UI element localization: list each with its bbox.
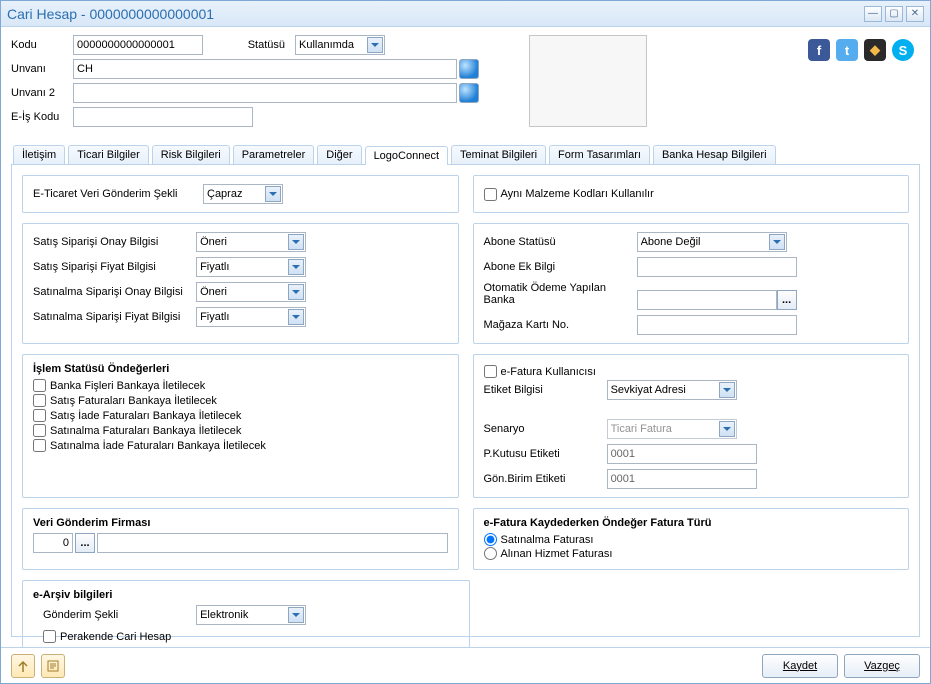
image-placeholder[interactable] bbox=[529, 35, 647, 127]
sso-select[interactable]: Öneri bbox=[196, 232, 306, 252]
gonderim-sekli-label: Gönderim Şekli bbox=[43, 609, 193, 621]
ayni-malzeme-label: Aynı Malzeme Kodları Kullanılır bbox=[501, 188, 654, 200]
senaryo-label: Senaryo bbox=[484, 423, 604, 435]
window-title: Cari Hesap - 0000000000000001 bbox=[7, 6, 861, 22]
otomatik-odeme-label: Otomatik Ödeme Yapılan Banka bbox=[484, 282, 634, 306]
otomatik-odeme-input[interactable] bbox=[637, 290, 777, 310]
footer: Kaydet Vazgeç bbox=[1, 647, 930, 683]
radio-satinalma[interactable]: Satınalma Faturası bbox=[484, 533, 899, 546]
globe-icon[interactable] bbox=[459, 83, 479, 103]
globe-icon[interactable] bbox=[459, 59, 479, 79]
social-row: f t ◆ S bbox=[808, 39, 914, 61]
pkutu-label: P.Kutusu Etiketi bbox=[484, 448, 604, 460]
tab-logoconnect[interactable]: LogoConnect bbox=[365, 146, 448, 165]
tab-iletisim[interactable]: İletişim bbox=[13, 145, 65, 164]
skype-icon[interactable]: S bbox=[892, 39, 914, 61]
magaza-karti-input[interactable] bbox=[637, 315, 797, 335]
statusu-select[interactable]: Kullanımda bbox=[295, 35, 385, 55]
veri-gonderim-text[interactable] bbox=[97, 533, 448, 553]
perakende-check[interactable]: Perakende Cari Hesap bbox=[33, 630, 459, 643]
tab-body: E-Ticaret Veri Gönderim Şekli Çapraz Ayn… bbox=[11, 165, 920, 637]
save-button[interactable]: Kaydet bbox=[762, 654, 838, 678]
etiket-bilgisi-label: Etiket Bilgisi bbox=[484, 384, 604, 396]
ssf-label: Satış Siparişi Fiyat Bilgisi bbox=[33, 261, 193, 273]
eiskodu-input[interactable] bbox=[73, 107, 253, 127]
pkutu-input bbox=[607, 444, 757, 464]
maximize-button[interactable]: ▢ bbox=[885, 6, 903, 22]
saso-select[interactable]: Öneri bbox=[196, 282, 306, 302]
eticaret-label: E-Ticaret Veri Gönderim Şekli bbox=[33, 188, 203, 200]
tab-risk[interactable]: Risk Bilgileri bbox=[152, 145, 230, 164]
ayni-malzeme-check[interactable]: Aynı Malzeme Kodları Kullanılır bbox=[484, 188, 654, 201]
tab-teminat[interactable]: Teminat Bilgileri bbox=[451, 145, 546, 164]
efatura-kullanici-check[interactable]: e-Fatura Kullanıcısı bbox=[484, 365, 899, 378]
abone-ek-label: Abone Ek Bilgi bbox=[484, 261, 634, 273]
tab-ticari[interactable]: Ticari Bilgiler bbox=[68, 145, 149, 164]
unvani-input[interactable] bbox=[73, 59, 457, 79]
gon-label: Gön.Birim Etiketi bbox=[484, 473, 604, 485]
tabstrip: İletişim Ticari Bilgiler Risk Bilgileri … bbox=[11, 145, 920, 165]
minimize-button[interactable]: — bbox=[864, 6, 882, 22]
islem-check-3[interactable]: Satınalma Faturaları Bankaya İletilecek bbox=[33, 424, 448, 437]
efatura-kayit-title: e-Fatura Kaydederken Öndeğer Fatura Türü bbox=[484, 517, 899, 529]
tab-formtasarim[interactable]: Form Tasarımları bbox=[549, 145, 650, 164]
statusu-label: Statüsü bbox=[203, 39, 295, 51]
sasf-select[interactable]: Fiyatlı bbox=[196, 307, 306, 327]
sasf-label: Satınalma Siparişi Fiyat Bilgisi bbox=[33, 311, 193, 323]
kodu-input[interactable] bbox=[73, 35, 203, 55]
saso-label: Satınalma Siparişi Onay Bilgisi bbox=[33, 286, 193, 298]
twitter-icon[interactable]: t bbox=[836, 39, 858, 61]
titlebar: Cari Hesap - 0000000000000001 — ▢ ✕ bbox=[1, 1, 930, 27]
sso-label: Satış Siparişi Onay Bilgisi bbox=[33, 236, 193, 248]
abone-statusu-select[interactable]: Abone Değil bbox=[637, 232, 787, 252]
content: Kodu Statüsü Kullanımda Unvanı Unvanı 2 bbox=[1, 27, 930, 647]
senaryo-select: Ticari Fatura bbox=[607, 419, 737, 439]
islem-check-4[interactable]: Satınalma İade Faturaları Bankaya İletil… bbox=[33, 439, 448, 452]
otomatik-odeme-browse[interactable]: ... bbox=[777, 290, 797, 310]
tab-diger[interactable]: Diğer bbox=[317, 145, 361, 164]
kodu-label: Kodu bbox=[11, 39, 73, 51]
eiskodu-label: E-İş Kodu bbox=[11, 111, 73, 123]
tab-bankahesap[interactable]: Banka Hesap Bilgileri bbox=[653, 145, 776, 164]
ayni-malzeme-checkbox[interactable] bbox=[484, 188, 497, 201]
islem-check-2[interactable]: Satış İade Faturaları Bankaya İletilecek bbox=[33, 409, 448, 422]
veri-gonderim-num[interactable] bbox=[33, 533, 73, 553]
close-button[interactable]: ✕ bbox=[906, 6, 924, 22]
etiket-bilgisi-select[interactable]: Sevkiyat Adresi bbox=[607, 380, 737, 400]
cancel-button[interactable]: Vazgeç bbox=[844, 654, 920, 678]
tab-parametreler[interactable]: Parametreler bbox=[233, 145, 315, 164]
unvani2-input[interactable] bbox=[73, 83, 457, 103]
unvani-label: Unvanı bbox=[11, 63, 73, 75]
veri-gonderim-title: Veri Gönderim Firması bbox=[33, 517, 448, 529]
header-block: Kodu Statüsü Kullanımda Unvanı Unvanı 2 bbox=[11, 35, 920, 127]
note-icon[interactable] bbox=[41, 654, 65, 678]
square-icon[interactable]: ◆ bbox=[864, 39, 886, 61]
abone-ek-input[interactable] bbox=[637, 257, 797, 277]
statusu-select-wrap: Kullanımda bbox=[295, 35, 385, 55]
facebook-icon[interactable]: f bbox=[808, 39, 830, 61]
radio-alinan-hizmet[interactable]: Alınan Hizmet Faturası bbox=[484, 547, 899, 560]
ssf-select[interactable]: Fiyatlı bbox=[196, 257, 306, 277]
eticaret-select[interactable]: Çapraz bbox=[203, 184, 283, 204]
earsiv-title: e-Arşiv bilgileri bbox=[33, 589, 459, 601]
abone-statusu-label: Abone Statüsü bbox=[484, 236, 634, 248]
gon-input bbox=[607, 469, 757, 489]
veri-gonderim-browse[interactable]: ... bbox=[75, 533, 95, 553]
islem-check-1[interactable]: Satış Faturaları Bankaya İletilecek bbox=[33, 394, 448, 407]
islem-statu-title: İşlem Statüsü Öndeğerleri bbox=[33, 363, 448, 375]
islem-check-0[interactable]: Banka Fişleri Bankaya İletilecek bbox=[33, 379, 448, 392]
gonderim-sekli-select[interactable]: Elektronik bbox=[196, 605, 306, 625]
attach-icon[interactable] bbox=[11, 654, 35, 678]
magaza-karti-label: Mağaza Kartı No. bbox=[484, 319, 634, 331]
unvani2-label: Unvanı 2 bbox=[11, 87, 73, 99]
